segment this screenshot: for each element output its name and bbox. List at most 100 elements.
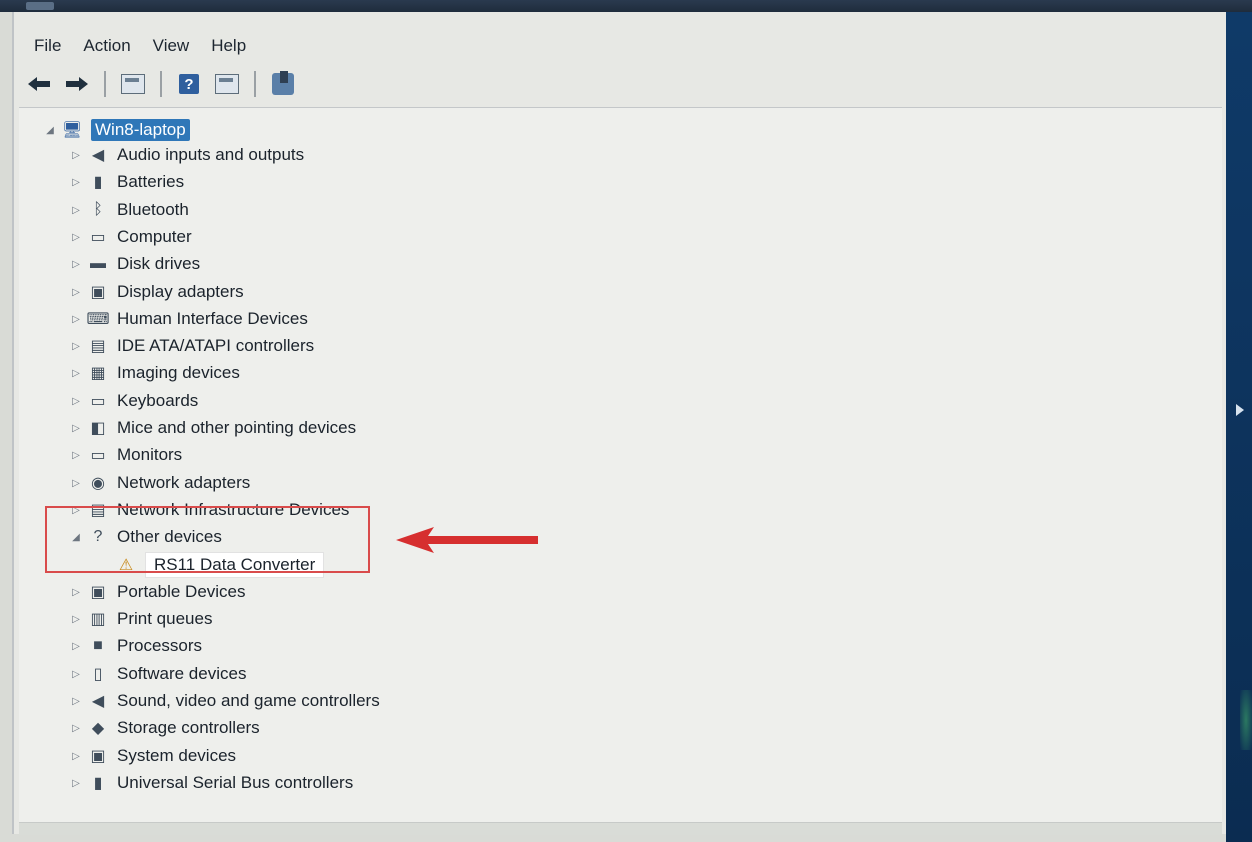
tree-item-system-devices[interactable]: ▷ ▣ System devices <box>71 744 236 768</box>
system-device-icon: ▣ <box>90 748 106 765</box>
toolbar-separator <box>254 71 256 97</box>
tree-item-human-interface-devices[interactable]: ▷ ⌨ Human Interface Devices <box>71 307 308 331</box>
help-button[interactable]: ? <box>174 70 204 98</box>
bluetooth-icon: ᛒ <box>93 201 103 218</box>
device-manager-window: File Action View Help ? ◢ 🖥 Win8-laptop ▷ ◀ A… <box>12 12 1230 835</box>
expand-arrow-icon[interactable]: ▷ <box>71 587 81 598</box>
tree-root-win8-laptop[interactable]: ◢ 🖥 Win8-laptop <box>45 118 190 142</box>
toolbar: ? <box>24 64 1214 104</box>
tree-item-storage-controllers[interactable]: ▷ ◆ Storage controllers <box>71 716 260 740</box>
tree-item-batteries[interactable]: ▷ ▮ Batteries <box>71 170 184 194</box>
tree-item-label: Keyboards <box>117 391 199 410</box>
expand-arrow-icon[interactable]: ▷ <box>71 259 81 270</box>
tree-item-bluetooth[interactable]: ▷ ᛒ Bluetooth <box>71 198 189 222</box>
tree-item-label: Audio inputs and outputs <box>117 145 305 164</box>
top-nub <box>26 2 54 10</box>
tree-item-ide-ata-atapi-controllers[interactable]: ▷ ▤ IDE ATA/ATAPI controllers <box>71 334 314 358</box>
tree-item-label: Software devices <box>117 664 247 683</box>
menu-action[interactable]: Action <box>71 28 140 56</box>
toolbar-separator <box>104 71 106 97</box>
expand-arrow-icon[interactable]: ▷ <box>71 368 81 379</box>
tree-item-label: Portable Devices <box>117 582 246 601</box>
display-adapter-icon: ▣ <box>90 284 106 301</box>
expand-arrow-icon[interactable]: ▷ <box>71 150 81 161</box>
menu-view[interactable]: View <box>141 28 200 56</box>
edge-glow <box>1240 690 1252 750</box>
properties-button[interactable] <box>212 70 242 98</box>
expand-arrow-icon[interactable]: ▷ <box>71 478 81 489</box>
device-tree[interactable]: ◢ 🖥 Win8-laptop ▷ ◀ Audio inputs and outputs ▷… <box>19 107 1222 823</box>
menu-help[interactable]: Help <box>199 28 256 56</box>
tree-item-keyboards[interactable]: ▷ ▭ Keyboards <box>71 389 198 413</box>
help-icon: ? <box>179 74 199 94</box>
expand-arrow-icon[interactable]: ▷ <box>71 641 81 652</box>
tree-item-label: Display adapters <box>117 282 244 301</box>
tree-item-label: Disk drives <box>117 254 201 273</box>
collapse-arrow-icon[interactable]: ◢ <box>45 125 55 136</box>
tree-item-sound-video-and-game-controllers[interactable]: ▷ ◀ Sound, video and game controllers <box>71 689 380 713</box>
mouse-icon: ◧ <box>90 420 106 437</box>
expand-arrow-icon[interactable]: ▷ <box>71 751 81 762</box>
expand-arrow-icon[interactable]: ▷ <box>71 341 81 352</box>
tree-item-mice-and-other-pointing-devices[interactable]: ▷ ◧ Mice and other pointing devices <box>71 416 356 440</box>
toolbar-separator <box>160 71 162 97</box>
show-hide-console-tree-button[interactable] <box>118 70 148 98</box>
tree-root-label: Win8-laptop <box>91 119 190 141</box>
tree-item-print-queues[interactable]: ▷ ▥ Print queues <box>71 607 212 631</box>
tree-item-disk-drives[interactable]: ▷ ▬ Disk drives <box>71 252 200 276</box>
processor-icon: ■ <box>93 637 103 654</box>
expand-arrow-icon[interactable]: ▷ <box>71 669 81 680</box>
expand-arrow-icon[interactable]: ▷ <box>71 778 81 789</box>
keyboard-icon: ▭ <box>90 393 106 410</box>
expand-arrow-icon[interactable]: ▷ <box>71 314 81 325</box>
tree-item-imaging-devices[interactable]: ▷ ▦ Imaging devices <box>71 361 240 385</box>
scan-hardware-changes-button[interactable] <box>268 70 298 98</box>
forward-button[interactable] <box>62 70 92 98</box>
tree-item-label: Human Interface Devices <box>117 309 308 328</box>
expand-arrow-icon[interactable]: ▷ <box>71 614 81 625</box>
expand-arrow-icon[interactable]: ▷ <box>71 423 81 434</box>
battery-icon: ▮ <box>93 174 103 191</box>
tree-item-label: Imaging devices <box>117 363 240 382</box>
tree-item-label: Print queues <box>117 609 213 628</box>
speaker-icon: ◀ <box>91 693 105 710</box>
monitor-icon: ▭ <box>90 447 106 464</box>
annotation-highlight-box <box>45 506 370 573</box>
tree-item-label: Batteries <box>117 172 185 191</box>
camera-icon: ▦ <box>90 365 106 382</box>
tree-item-universal-serial-bus-controllers[interactable]: ▷ ▮ Universal Serial Bus controllers <box>71 771 353 795</box>
tree-item-network-adapters[interactable]: ▷ ◉ Network adapters <box>71 471 250 495</box>
usb-icon: ▮ <box>93 775 103 792</box>
tree-item-software-devices[interactable]: ▷ ▯ Software devices <box>71 662 246 686</box>
ide-controller-icon: ▤ <box>90 338 106 355</box>
monitor-icon: ▭ <box>90 229 106 246</box>
expand-arrow-icon[interactable]: ▷ <box>71 450 81 461</box>
expand-arrow-icon[interactable]: ▷ <box>71 723 81 734</box>
menu-bar: File Action View Help <box>14 28 1228 56</box>
tree-item-label: Network adapters <box>117 473 251 492</box>
scan-hardware-changes-icon <box>272 71 294 95</box>
expand-arrow-icon[interactable]: ▷ <box>71 205 81 216</box>
printer-icon: ▥ <box>90 611 106 628</box>
tree-item-computer[interactable]: ▷ ▭ Computer <box>71 225 192 249</box>
expand-arrow-icon[interactable]: ▷ <box>71 177 81 188</box>
menu-file[interactable]: File <box>14 28 71 56</box>
screen-top-bar <box>0 0 1252 12</box>
tree-item-portable-devices[interactable]: ▷ ▣ Portable Devices <box>71 580 246 604</box>
back-button[interactable] <box>24 70 54 98</box>
network-adapter-icon: ◉ <box>91 475 105 492</box>
expand-arrow-icon[interactable]: ▷ <box>71 287 81 298</box>
tree-item-processors[interactable]: ▷ ■ Processors <box>71 634 202 658</box>
expand-arrow-icon[interactable]: ▷ <box>71 396 81 407</box>
tree-item-label: Mice and other pointing devices <box>117 418 357 437</box>
tree-item-audio-inputs-and-outputs[interactable]: ▷ ◀ Audio inputs and outputs <box>71 143 304 167</box>
expand-arrow-icon[interactable]: ▷ <box>71 696 81 707</box>
hid-icon: ⌨ <box>86 311 110 328</box>
status-bar <box>19 822 1222 835</box>
expand-arrow-icon[interactable]: ▷ <box>71 232 81 243</box>
tree-item-display-adapters[interactable]: ▷ ▣ Display adapters <box>71 280 244 304</box>
tree-item-monitors[interactable]: ▷ ▭ Monitors <box>71 443 182 467</box>
computer-icon: 🖥 <box>61 122 83 139</box>
annotation-arrow <box>396 527 538 553</box>
tree-item-label: Universal Serial Bus controllers <box>117 773 354 792</box>
